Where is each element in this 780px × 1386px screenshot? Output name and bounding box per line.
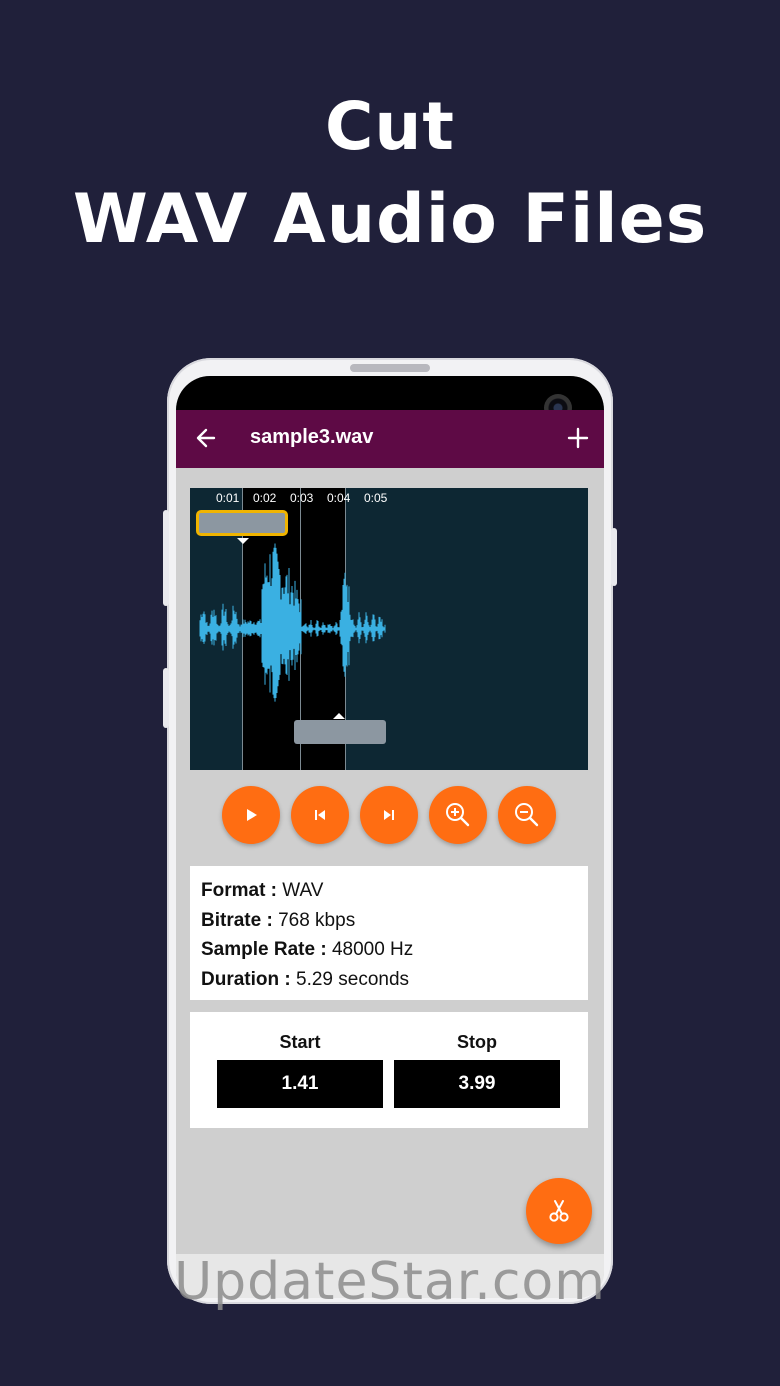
- duration-label: Duration :: [201, 968, 291, 990]
- end-marker-handle[interactable]: [294, 720, 386, 744]
- waveform-panel[interactable]: 0:01 0:02 0:03 0:04 0:05: [190, 488, 588, 770]
- sample-rate-row: Sample Rate : 48000 Hz: [201, 935, 577, 965]
- bitrate-label: Bitrate :: [201, 909, 273, 931]
- stop-label: Stop: [457, 1032, 497, 1052]
- time-tick: 0:04: [327, 491, 351, 505]
- file-title: sample3.wav: [250, 426, 374, 448]
- duration-value: 5.29 seconds: [296, 968, 410, 990]
- play-icon: [247, 809, 257, 821]
- format-value: WAV: [282, 880, 324, 901]
- playback-controls: [222, 786, 562, 846]
- skip-next-button[interactable]: [360, 786, 418, 844]
- watermark: UpdateStar.com: [174, 1252, 606, 1312]
- zoom-in-button[interactable]: [429, 786, 487, 844]
- headline-wav-audio-files: WAV Audio Files: [72, 180, 708, 259]
- file-info-card: Format : WAV Bitrate : 768 kbps Sample R…: [190, 866, 588, 1000]
- phone-bixby-button: [163, 668, 169, 728]
- duration-row: Duration : 5.29 seconds: [201, 965, 577, 995]
- format-row: Format : WAV: [201, 876, 577, 906]
- status-bar: [176, 376, 604, 422]
- time-tick: 0:01: [216, 491, 240, 505]
- phone-volume-button: [163, 510, 169, 606]
- start-marker-pointer: [237, 538, 249, 544]
- skip-previous-button[interactable]: [291, 786, 349, 844]
- bitrate-value: 768 kbps: [278, 909, 356, 931]
- phone-screen: sample3.wav 0:01 0:02 0:03 0:04 0:05 For…: [176, 376, 604, 1298]
- end-marker-pointer: [333, 713, 345, 719]
- scissors-icon: [549, 1200, 569, 1222]
- zoom-in-icon: [446, 803, 470, 827]
- stop-time-field[interactable]: 3.99: [394, 1060, 560, 1108]
- plus-icon[interactable]: [566, 426, 590, 450]
- zoom-out-button[interactable]: [498, 786, 556, 844]
- start-label: Start: [279, 1032, 321, 1052]
- skip-previous-icon: [315, 810, 325, 820]
- skip-next-icon: [384, 810, 394, 820]
- cut-button[interactable]: [526, 1178, 592, 1244]
- app-bar: sample3.wav: [176, 410, 604, 468]
- headline-cut: Cut: [325, 88, 455, 165]
- start-time-field[interactable]: 1.41: [217, 1060, 383, 1108]
- phone-power-button: [611, 528, 617, 586]
- start-marker-handle[interactable]: [196, 510, 288, 536]
- play-button[interactable]: [222, 786, 280, 844]
- time-tick: 0:05: [364, 491, 388, 505]
- arrow-left-icon[interactable]: [194, 424, 218, 452]
- format-label: Format :: [201, 880, 277, 901]
- cut-range-card: Start Stop 1.41 3.99: [190, 1012, 588, 1128]
- time-tick: 0:03: [290, 491, 314, 505]
- time-tick: 0:02: [253, 491, 277, 505]
- bitrate-row: Bitrate : 768 kbps: [201, 906, 577, 936]
- sample-rate-label: Sample Rate :: [201, 939, 327, 960]
- sample-rate-value: 48000 Hz: [331, 939, 414, 960]
- zoom-out-icon: [515, 803, 539, 827]
- phone-speaker: [350, 364, 430, 372]
